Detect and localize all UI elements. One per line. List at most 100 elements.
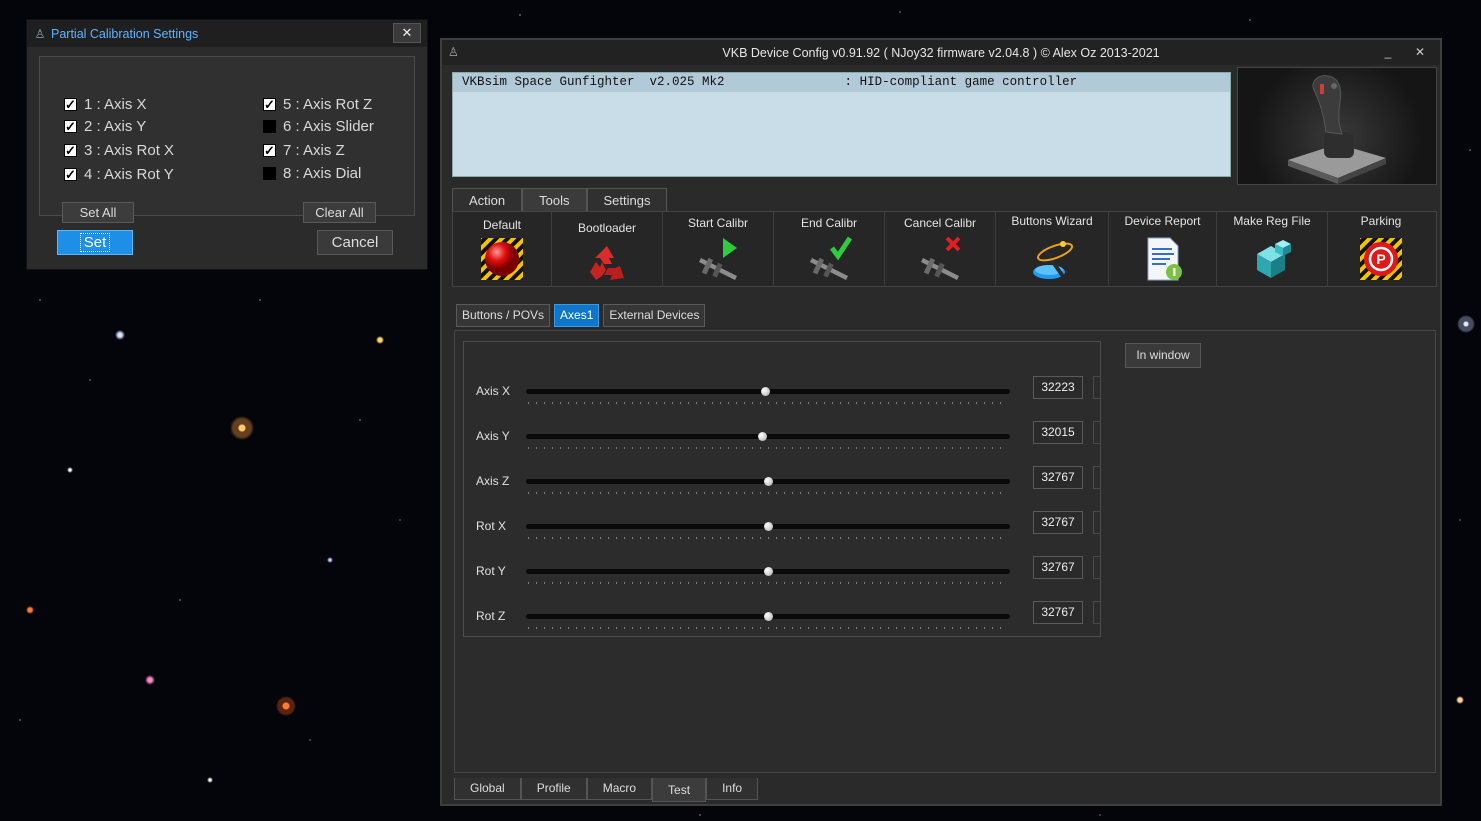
minimize-button[interactable]: _: [1376, 42, 1400, 62]
tab-settings[interactable]: Settings: [586, 188, 668, 212]
set-button[interactable]: Set: [57, 230, 133, 255]
check-axis-x[interactable]: ✓ 1 : Axis X: [64, 94, 147, 114]
checkbox[interactable]: [263, 119, 276, 133]
axis-slider-thumb[interactable]: [764, 522, 773, 531]
parking-icon: P: [1360, 238, 1402, 280]
tab-action[interactable]: Action: [452, 188, 523, 212]
axis-slider-thumb[interactable]: [764, 612, 773, 621]
axis-indicator: [1093, 466, 1101, 489]
axis-ticks: [528, 492, 1008, 494]
tool-device-report[interactable]: Device Report: [1109, 212, 1217, 286]
joystick-app-icon: ♙: [34, 26, 46, 41]
axis-row-x: Axis X 32223: [464, 372, 1101, 412]
check-label: 3 : Axis Rot X: [84, 141, 175, 159]
report-icon: [1147, 237, 1182, 281]
joystick-icon: [1288, 75, 1386, 184]
checkbox[interactable]: ✓: [263, 143, 276, 157]
tool-label: Default: [482, 218, 522, 232]
axis-row-rot-z: Rot Z 32767: [464, 597, 1101, 637]
tool-parking[interactable]: Parking P: [1328, 212, 1434, 286]
tab-profile[interactable]: Profile: [520, 778, 587, 800]
axis-slider-track[interactable]: [526, 434, 1010, 439]
axis-value: 32767: [1033, 556, 1083, 579]
axis-name: Axis Y: [476, 429, 510, 443]
checkbox[interactable]: [263, 166, 276, 180]
tool-label: Make Reg File: [1233, 214, 1311, 228]
device-list[interactable]: VKBsim Space Gunfighter v2.025 Mk2 : HID…: [452, 72, 1231, 177]
axis-value: 32015: [1033, 421, 1083, 444]
tool-bootloader[interactable]: Bootloader: [552, 212, 663, 286]
clear-all-button[interactable]: Clear All: [303, 202, 376, 223]
wand-icon: [1033, 241, 1074, 279]
axis-row-z: Axis Z 32767: [464, 462, 1101, 502]
dialog-title: Partial Calibration Settings: [51, 26, 199, 41]
axes-panel: Axis X 32223 Axis Y 32015 Axis Z 32767 R…: [454, 330, 1436, 773]
tab-external-devices[interactable]: External Devices: [603, 304, 706, 327]
tool-label: Cancel Calibr: [903, 216, 977, 230]
axis-slider-thumb[interactable]: [764, 477, 773, 486]
check-axis-rot-x[interactable]: ✓ 3 : Axis Rot X: [64, 140, 174, 160]
registry-icon: [1257, 240, 1291, 278]
check-label: 4 : Axis Rot Y: [84, 165, 174, 183]
axis-value: 32767: [1033, 466, 1083, 489]
axis-slider-thumb[interactable]: [764, 567, 773, 576]
check-axis-rot-z[interactable]: ✓ 5 : Axis Rot Z: [263, 94, 372, 114]
device-row-selected[interactable]: VKBsim Space Gunfighter v2.025 Mk2 : HID…: [453, 73, 1230, 92]
checkbox[interactable]: ✓: [263, 97, 276, 111]
dialog-title-bar[interactable]: ♙ Partial Calibration Settings: [27, 20, 427, 47]
axis-indicator: [1093, 376, 1101, 399]
axis-name: Rot Y: [476, 564, 506, 578]
tool-start-calibr[interactable]: Start Calibr: [663, 212, 774, 286]
caliper-cancel-icon: [921, 236, 961, 280]
check-label: 2 : Axis Y: [84, 117, 147, 135]
check-label: 7 : Axis Z: [283, 141, 345, 159]
axis-value: 32767: [1033, 511, 1083, 534]
check-axis-z[interactable]: ✓ 7 : Axis Z: [263, 140, 345, 160]
window-close-button[interactable]: ✕: [1408, 42, 1432, 62]
tool-default[interactable]: Default: [453, 212, 552, 286]
joystick-image: [1237, 67, 1437, 185]
axis-value: 32767: [1033, 601, 1083, 624]
tab-buttons-povs[interactable]: Buttons / POVs: [456, 304, 551, 327]
red-button-icon: [481, 238, 523, 280]
tool-cancel-calibr[interactable]: Cancel Calibr: [885, 212, 996, 286]
check-axis-rot-y[interactable]: ✓ 4 : Axis Rot Y: [64, 164, 174, 184]
axis-ticks: [528, 582, 1008, 584]
checkbox[interactable]: ✓: [64, 97, 77, 111]
main-title-bar[interactable]: ♙ VKB Device Config v0.91.92 ( NJoy32 fi…: [442, 40, 1440, 65]
checkbox[interactable]: ✓: [64, 143, 77, 157]
sub-tab-bar: Buttons / POVs Axes1 External Devices: [456, 304, 709, 327]
check-axis-y[interactable]: ✓ 2 : Axis Y: [64, 116, 146, 136]
caliper-check-icon: [810, 236, 852, 280]
tab-info[interactable]: Info: [706, 778, 759, 800]
tab-axes1[interactable]: Axes1: [554, 304, 600, 327]
tool-end-calibr[interactable]: End Calibr: [774, 212, 885, 286]
tool-make-reg-file[interactable]: Make Reg File: [1217, 212, 1328, 286]
axis-slider-thumb[interactable]: [760, 387, 770, 396]
checkbox[interactable]: ✓: [64, 167, 77, 181]
tool-label: End Calibr: [800, 216, 858, 230]
check-label: 5 : Axis Rot Z: [283, 95, 373, 113]
check-label: 1 : Axis X: [84, 95, 147, 113]
check-label: 6 : Axis Slider: [283, 117, 374, 135]
in-window-button[interactable]: In window: [1125, 343, 1201, 368]
set-all-button[interactable]: Set All: [62, 202, 134, 223]
partial-calibration-dialog: ♙ Partial Calibration Settings ✕ ✓ 1 : A…: [26, 19, 428, 270]
axis-indicator: [1093, 556, 1101, 579]
axis-name: Axis Z: [476, 474, 510, 488]
axis-slider-thumb[interactable]: [758, 432, 768, 441]
tab-global[interactable]: Global: [454, 778, 521, 800]
axis-value: 32223: [1033, 376, 1083, 399]
tool-label: Parking: [1360, 214, 1402, 228]
tool-buttons-wizard[interactable]: Buttons Wizard: [996, 212, 1109, 286]
check-axis-slider[interactable]: 6 : Axis Slider: [263, 116, 374, 136]
cancel-button[interactable]: Cancel: [317, 230, 393, 255]
tab-macro[interactable]: Macro: [586, 778, 653, 800]
tab-test[interactable]: Test: [652, 778, 707, 802]
checkbox[interactable]: ✓: [64, 119, 77, 133]
check-axis-dial[interactable]: 8 : Axis Dial: [263, 163, 361, 183]
recycle-icon: [590, 246, 624, 280]
axis-row-rot-y: Rot Y 32767: [464, 552, 1101, 592]
tab-tools[interactable]: Tools: [522, 188, 587, 212]
dialog-close-button[interactable]: ✕: [393, 23, 421, 43]
